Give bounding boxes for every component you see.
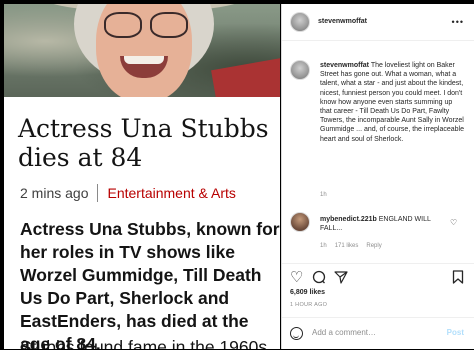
bookmark-icon[interactable] (452, 270, 464, 287)
likes-count[interactable]: 6,809 likes (290, 289, 325, 296)
article-headline: Actress Una Stubbs dies at 84 (18, 114, 269, 172)
emoji-icon[interactable] (290, 327, 303, 340)
comment-username[interactable]: mybenedict.221b (320, 216, 377, 223)
news-article-panel: Actress Una Stubbs dies at 84 2 mins ago… (4, 4, 280, 349)
comment-time: 1h (320, 243, 327, 249)
post-time: 1 HOUR AGO (290, 302, 328, 308)
caption-avatar[interactable] (290, 60, 310, 80)
author-username[interactable]: stevenwmoffat (318, 18, 367, 25)
post-caption: stevenwmoffat The loveliest light on Bak… (320, 61, 465, 144)
article-time: 2 mins ago (20, 185, 89, 201)
heart-icon[interactable]: ♡ (290, 270, 303, 285)
comment-heart-icon[interactable]: ♡ (450, 218, 457, 227)
add-comment-bar: Add a comment… Post (282, 317, 474, 350)
comment: mybenedict.221b ENGLAND WILL FALL... (320, 215, 450, 233)
send-icon[interactable] (334, 270, 348, 287)
article-photo (4, 4, 280, 97)
post-header: stevenwmoffat ••• (282, 4, 474, 41)
comment-icon[interactable] (312, 270, 326, 287)
instagram-post-panel: stevenwmoffat ••• stevenwmoffat The love… (281, 4, 474, 349)
comment-meta: 1h 171 likes Reply (320, 243, 382, 249)
caption-time: 1h (320, 192, 327, 198)
comment-likes[interactable]: 171 likes (335, 243, 359, 249)
caption-text: The loveliest light on Baker Street has … (320, 62, 464, 143)
article-meta: 2 mins ago Entertainment & Arts (20, 184, 236, 202)
screenshot-frame: Actress Una Stubbs dies at 84 2 mins ago… (0, 0, 474, 349)
comment-reply-button[interactable]: Reply (366, 243, 381, 249)
author-avatar[interactable] (290, 12, 310, 32)
article-category-link[interactable]: Entertainment & Arts (107, 185, 235, 201)
more-horizontal-icon[interactable]: ••• (452, 17, 464, 27)
post-comment-button[interactable]: Post (447, 328, 464, 337)
article-next-paragraph: Stubbs found fame in the 1960s (20, 337, 268, 349)
meta-divider (97, 184, 99, 202)
commenter-avatar[interactable] (290, 212, 310, 232)
caption-username[interactable]: stevenwmoffat (320, 62, 369, 69)
add-comment-input[interactable]: Add a comment… (312, 328, 376, 337)
article-summary: Actress Una Stubbs, known for her roles … (20, 219, 280, 349)
